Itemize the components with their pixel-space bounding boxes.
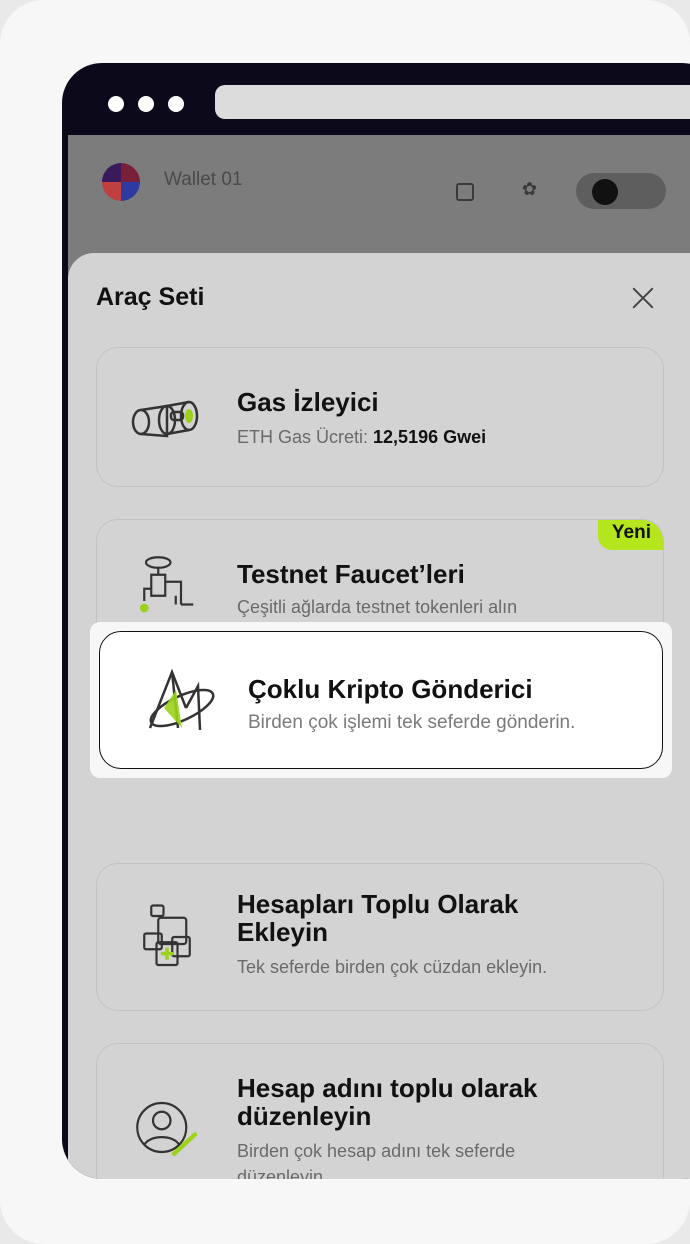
tool-subtitle: ETH Gas Ücreti: 12,5196 Gwei	[237, 424, 486, 450]
wallet-header: Wallet 01 ✿	[68, 135, 690, 209]
gas-fee-label: ETH Gas Ücreti:	[237, 427, 374, 447]
tool-title: Testnet Faucet’leri	[237, 559, 465, 589]
multi-send-icon	[148, 668, 215, 731]
address-bar[interactable]	[215, 85, 690, 119]
faucet-icon	[139, 556, 194, 613]
edit-profile-icon	[136, 1101, 198, 1156]
tool-bulk-add-accounts[interactable]: Hesapları Toplu Olarak Ekleyin Tek sefer…	[96, 863, 664, 1011]
tool-bulk-rename-accounts[interactable]: Hesap adını toplu olarak düzenleyin Bird…	[96, 1043, 664, 1179]
tool-subtitle-line1: Birden çok hesap adını tek seferde	[237, 1141, 516, 1161]
tool-title: Hesapları Toplu Olarak Ekleyin	[237, 890, 518, 946]
tutorial-card: Wallet 01 ✿ Araç Seti Gas İzleyici ETH G…	[0, 0, 690, 1244]
gas-fee-value: 12,5196 Gwei	[373, 427, 487, 447]
browser-bar	[62, 63, 690, 135]
close-icon[interactable]	[628, 283, 658, 313]
new-badge: Yeni	[597, 520, 663, 550]
tool-gas-tracker[interactable]: Gas İzleyici ETH Gas Ücreti: 12,5196 Gwe…	[96, 347, 664, 487]
account-switch[interactable]	[576, 173, 666, 209]
copy-icon[interactable]	[456, 183, 474, 201]
tool-subtitle-line2: düzenleyin	[237, 1167, 324, 1179]
tool-title-line1: Hesap adını toplu olarak	[237, 1073, 538, 1103]
tool-subtitle: Birden çok hesap adını tek seferde düzen…	[237, 1138, 515, 1179]
window-dot	[168, 96, 184, 112]
settings-icon[interactable]: ✿	[522, 179, 537, 200]
tool-subtitle: Tek seferde birden çok cüzdan ekleyin.	[237, 957, 548, 977]
wallet-avatar[interactable]	[102, 163, 140, 201]
tool-title: Gas İzleyici	[237, 387, 379, 417]
tool-title-line1: Hesapları Toplu Olarak	[237, 889, 519, 919]
tool-subtitle: Çeşitli ağlarda testnet tokenleri alın	[237, 597, 518, 617]
device-frame: Wallet 01 ✿ Araç Seti Gas İzleyici ETH G…	[62, 63, 690, 1179]
tool-subtitle: Birden çok işlemi tek seferde gönderin.	[248, 712, 576, 733]
tool-multi-sender[interactable]: Çoklu Kripto Gönderici Birden çok işlemi…	[99, 631, 663, 769]
highlight-frame: Çoklu Kripto Gönderici Birden çok işlemi…	[90, 622, 672, 778]
window-dot	[138, 96, 154, 112]
tool-title-line2: düzenleyin	[237, 1101, 372, 1131]
tool-title-line2: Ekleyin	[237, 917, 329, 947]
window-dot	[108, 96, 124, 112]
add-accounts-icon	[143, 904, 191, 967]
binoculars-icon	[131, 400, 199, 438]
tool-title: Hesap adını toplu olarak düzenleyin	[237, 1074, 538, 1130]
wallet-name[interactable]: Wallet 01	[164, 169, 243, 191]
sheet-title: Araç Seti	[96, 283, 205, 311]
tool-title: Çoklu Kripto Gönderici	[248, 674, 533, 704]
account-switch-dot	[592, 179, 618, 205]
